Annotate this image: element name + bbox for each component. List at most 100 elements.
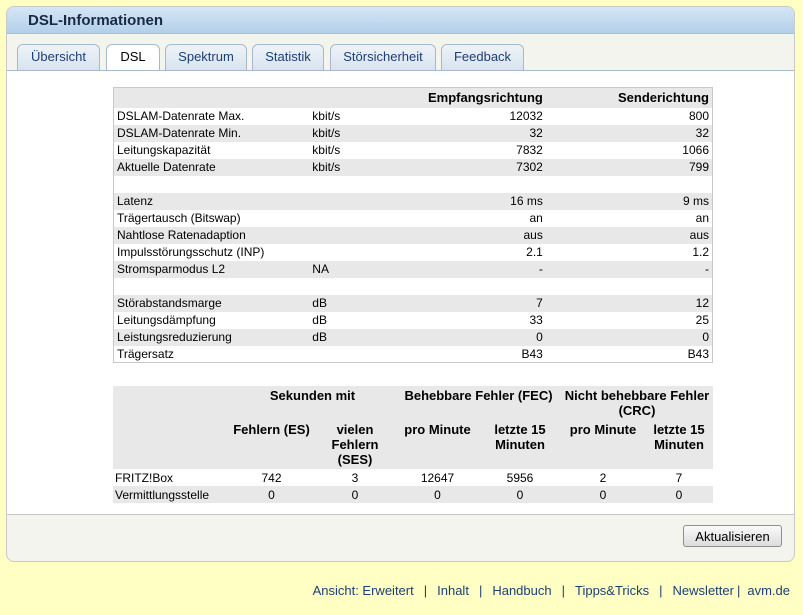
- row-label: Störabstandsmarge: [113, 294, 310, 312]
- table-row: DSLAM-Datenrate Max. kbit/s 12032 800: [113, 107, 713, 125]
- row-rx: 2.1: [379, 243, 546, 261]
- table-row: Leitungskapazität kbit/s 7832 1066: [113, 141, 713, 159]
- row-label: Leitungsdämpfung: [113, 311, 310, 329]
- row-label: Trägertausch (Bitswap): [113, 209, 310, 227]
- table-row: Vermittlungsstelle 0 0 0 0 0 0: [113, 486, 713, 503]
- table-row: DSLAM-Datenrate Min. kbit/s 32 32: [113, 124, 713, 142]
- sub-header-fec-per-minute: pro Minute: [396, 420, 479, 469]
- footer-link-newsletter[interactable]: Newsletter: [673, 583, 734, 598]
- row-label: Latenz: [113, 192, 310, 210]
- row-unit: [309, 226, 380, 244]
- row-unit: kbit/s: [309, 158, 380, 176]
- row-rx: 0: [379, 328, 546, 346]
- row-label: Vermittlungsstelle: [113, 486, 229, 503]
- table-row: Aktuelle Datenrate kbit/s 7302 799: [113, 158, 713, 176]
- row-unit: kbit/s: [309, 141, 380, 159]
- row-label: Aktuelle Datenrate: [113, 158, 310, 176]
- row-tx: 32: [545, 124, 713, 142]
- row-tx: aus: [545, 226, 713, 244]
- spacer-row: [113, 277, 713, 295]
- tab-dsl[interactable]: DSL: [106, 44, 160, 72]
- row-tx: 9 ms: [545, 192, 713, 210]
- row-label: Leitungskapazität: [113, 141, 310, 159]
- row-rx: 7302: [379, 158, 546, 176]
- table-row: FRITZ!Box 742 3 12647 5956 2 7: [113, 469, 713, 486]
- row-tx: 799: [545, 158, 713, 176]
- footer-link-manual[interactable]: Handbuch: [492, 583, 551, 598]
- table-row: Latenz 16 ms 9 ms: [113, 192, 713, 210]
- footer-link-tips[interactable]: Tipps&Tricks: [575, 583, 649, 598]
- table-row: Impulsstörungsschutz (INP) 2.1 1.2: [113, 243, 713, 261]
- table-row: Nahtlose Ratenadaption aus aus: [113, 226, 713, 244]
- row-tx: 25: [545, 311, 713, 329]
- sub-header-crc-per-minute: pro Minute: [561, 420, 645, 469]
- cell-value: 0: [314, 486, 396, 503]
- tab-feedback[interactable]: Feedback: [441, 44, 524, 71]
- sub-header-crc-15min: letzte 15 Minuten: [645, 420, 713, 469]
- row-tx: an: [545, 209, 713, 227]
- row-unit: NA: [309, 260, 380, 278]
- sub-header-fec-15min: letzte 15 Minuten: [479, 420, 561, 469]
- table-row: Leitungsdämpfung dB 33 25: [113, 311, 713, 329]
- table-row: Stromsparmodus L2 NA - -: [113, 260, 713, 278]
- row-unit: [309, 192, 380, 210]
- row-tx: 800: [545, 107, 713, 125]
- table-row: Trägertausch (Bitswap) an an: [113, 209, 713, 227]
- row-tx: -: [545, 260, 713, 278]
- row-label: DSLAM-Datenrate Min.: [113, 124, 310, 142]
- row-tx: B43: [545, 345, 713, 363]
- cell-value: 742: [229, 469, 314, 486]
- row-unit: kbit/s: [309, 124, 380, 142]
- sub-header-ses: vielen Fehlern (SES): [314, 420, 396, 469]
- col-header-send: Senderichtung: [545, 87, 713, 108]
- row-unit: [309, 243, 380, 261]
- spacer-row: [113, 175, 713, 193]
- row-rx: aus: [379, 226, 546, 244]
- footer-link-view-advanced[interactable]: Ansicht: Erweitert: [313, 583, 414, 598]
- tab-content: Empfangsrichtung Senderichtung DSLAM-Dat…: [7, 70, 794, 515]
- row-rx: 7: [379, 294, 546, 312]
- footer-link-avm[interactable]: avm.de: [747, 583, 790, 598]
- tab-uebersicht[interactable]: Übersicht: [17, 44, 100, 71]
- row-unit: [309, 209, 380, 227]
- table-row: Störabstandsmarge dB 7 12: [113, 294, 713, 312]
- row-rx: -: [379, 260, 546, 278]
- cell-value: 0: [645, 486, 713, 503]
- row-unit: dB: [309, 294, 380, 312]
- cell-value: 0: [396, 486, 479, 503]
- dsl-info-panel: DSL-Informationen Übersicht DSL Spektrum…: [6, 6, 795, 562]
- row-label: Nahtlose Ratenadaption: [113, 226, 310, 244]
- tab-statistik[interactable]: Statistik: [252, 44, 324, 71]
- tab-spektrum[interactable]: Spektrum: [165, 44, 247, 71]
- cell-value: 3: [314, 469, 396, 486]
- dsl-values-table: Empfangsrichtung Senderichtung DSLAM-Dat…: [113, 87, 713, 363]
- group-crc-header: Nicht behebbare Fehler (CRC): [561, 386, 713, 420]
- row-rx: 16 ms: [379, 192, 546, 210]
- row-unit: [309, 345, 380, 363]
- footer-link-contents[interactable]: Inhalt: [437, 583, 469, 598]
- tab-stoersicherheit[interactable]: Störsicherheit: [330, 44, 436, 71]
- row-label: Stromsparmodus L2: [113, 260, 310, 278]
- group-fec-header: Behebbare Fehler (FEC): [396, 386, 561, 420]
- row-rx: B43: [379, 345, 546, 363]
- row-tx: 12: [545, 294, 713, 312]
- col-header-receive: Empfangsrichtung: [379, 87, 546, 108]
- row-tx: 0: [545, 328, 713, 346]
- row-rx: 12032: [379, 107, 546, 125]
- row-label: FRITZ!Box: [113, 469, 229, 486]
- panel-title: DSL-Informationen: [7, 7, 794, 34]
- cell-value: 12647: [396, 469, 479, 486]
- cell-value: 7: [645, 469, 713, 486]
- row-rx: 33: [379, 311, 546, 329]
- table-row: Trägersatz B43 B43: [113, 345, 713, 363]
- row-rx: 7832: [379, 141, 546, 159]
- cell-value: 0: [229, 486, 314, 503]
- row-unit: kbit/s: [309, 107, 380, 125]
- refresh-button[interactable]: Aktualisieren: [683, 525, 782, 547]
- row-label: DSLAM-Datenrate Max.: [113, 107, 310, 125]
- table-row: Leistungsreduzierung dB 0 0: [113, 328, 713, 346]
- cell-value: 0: [479, 486, 561, 503]
- row-rx: an: [379, 209, 546, 227]
- cell-value: 2: [561, 469, 645, 486]
- row-tx: 1066: [545, 141, 713, 159]
